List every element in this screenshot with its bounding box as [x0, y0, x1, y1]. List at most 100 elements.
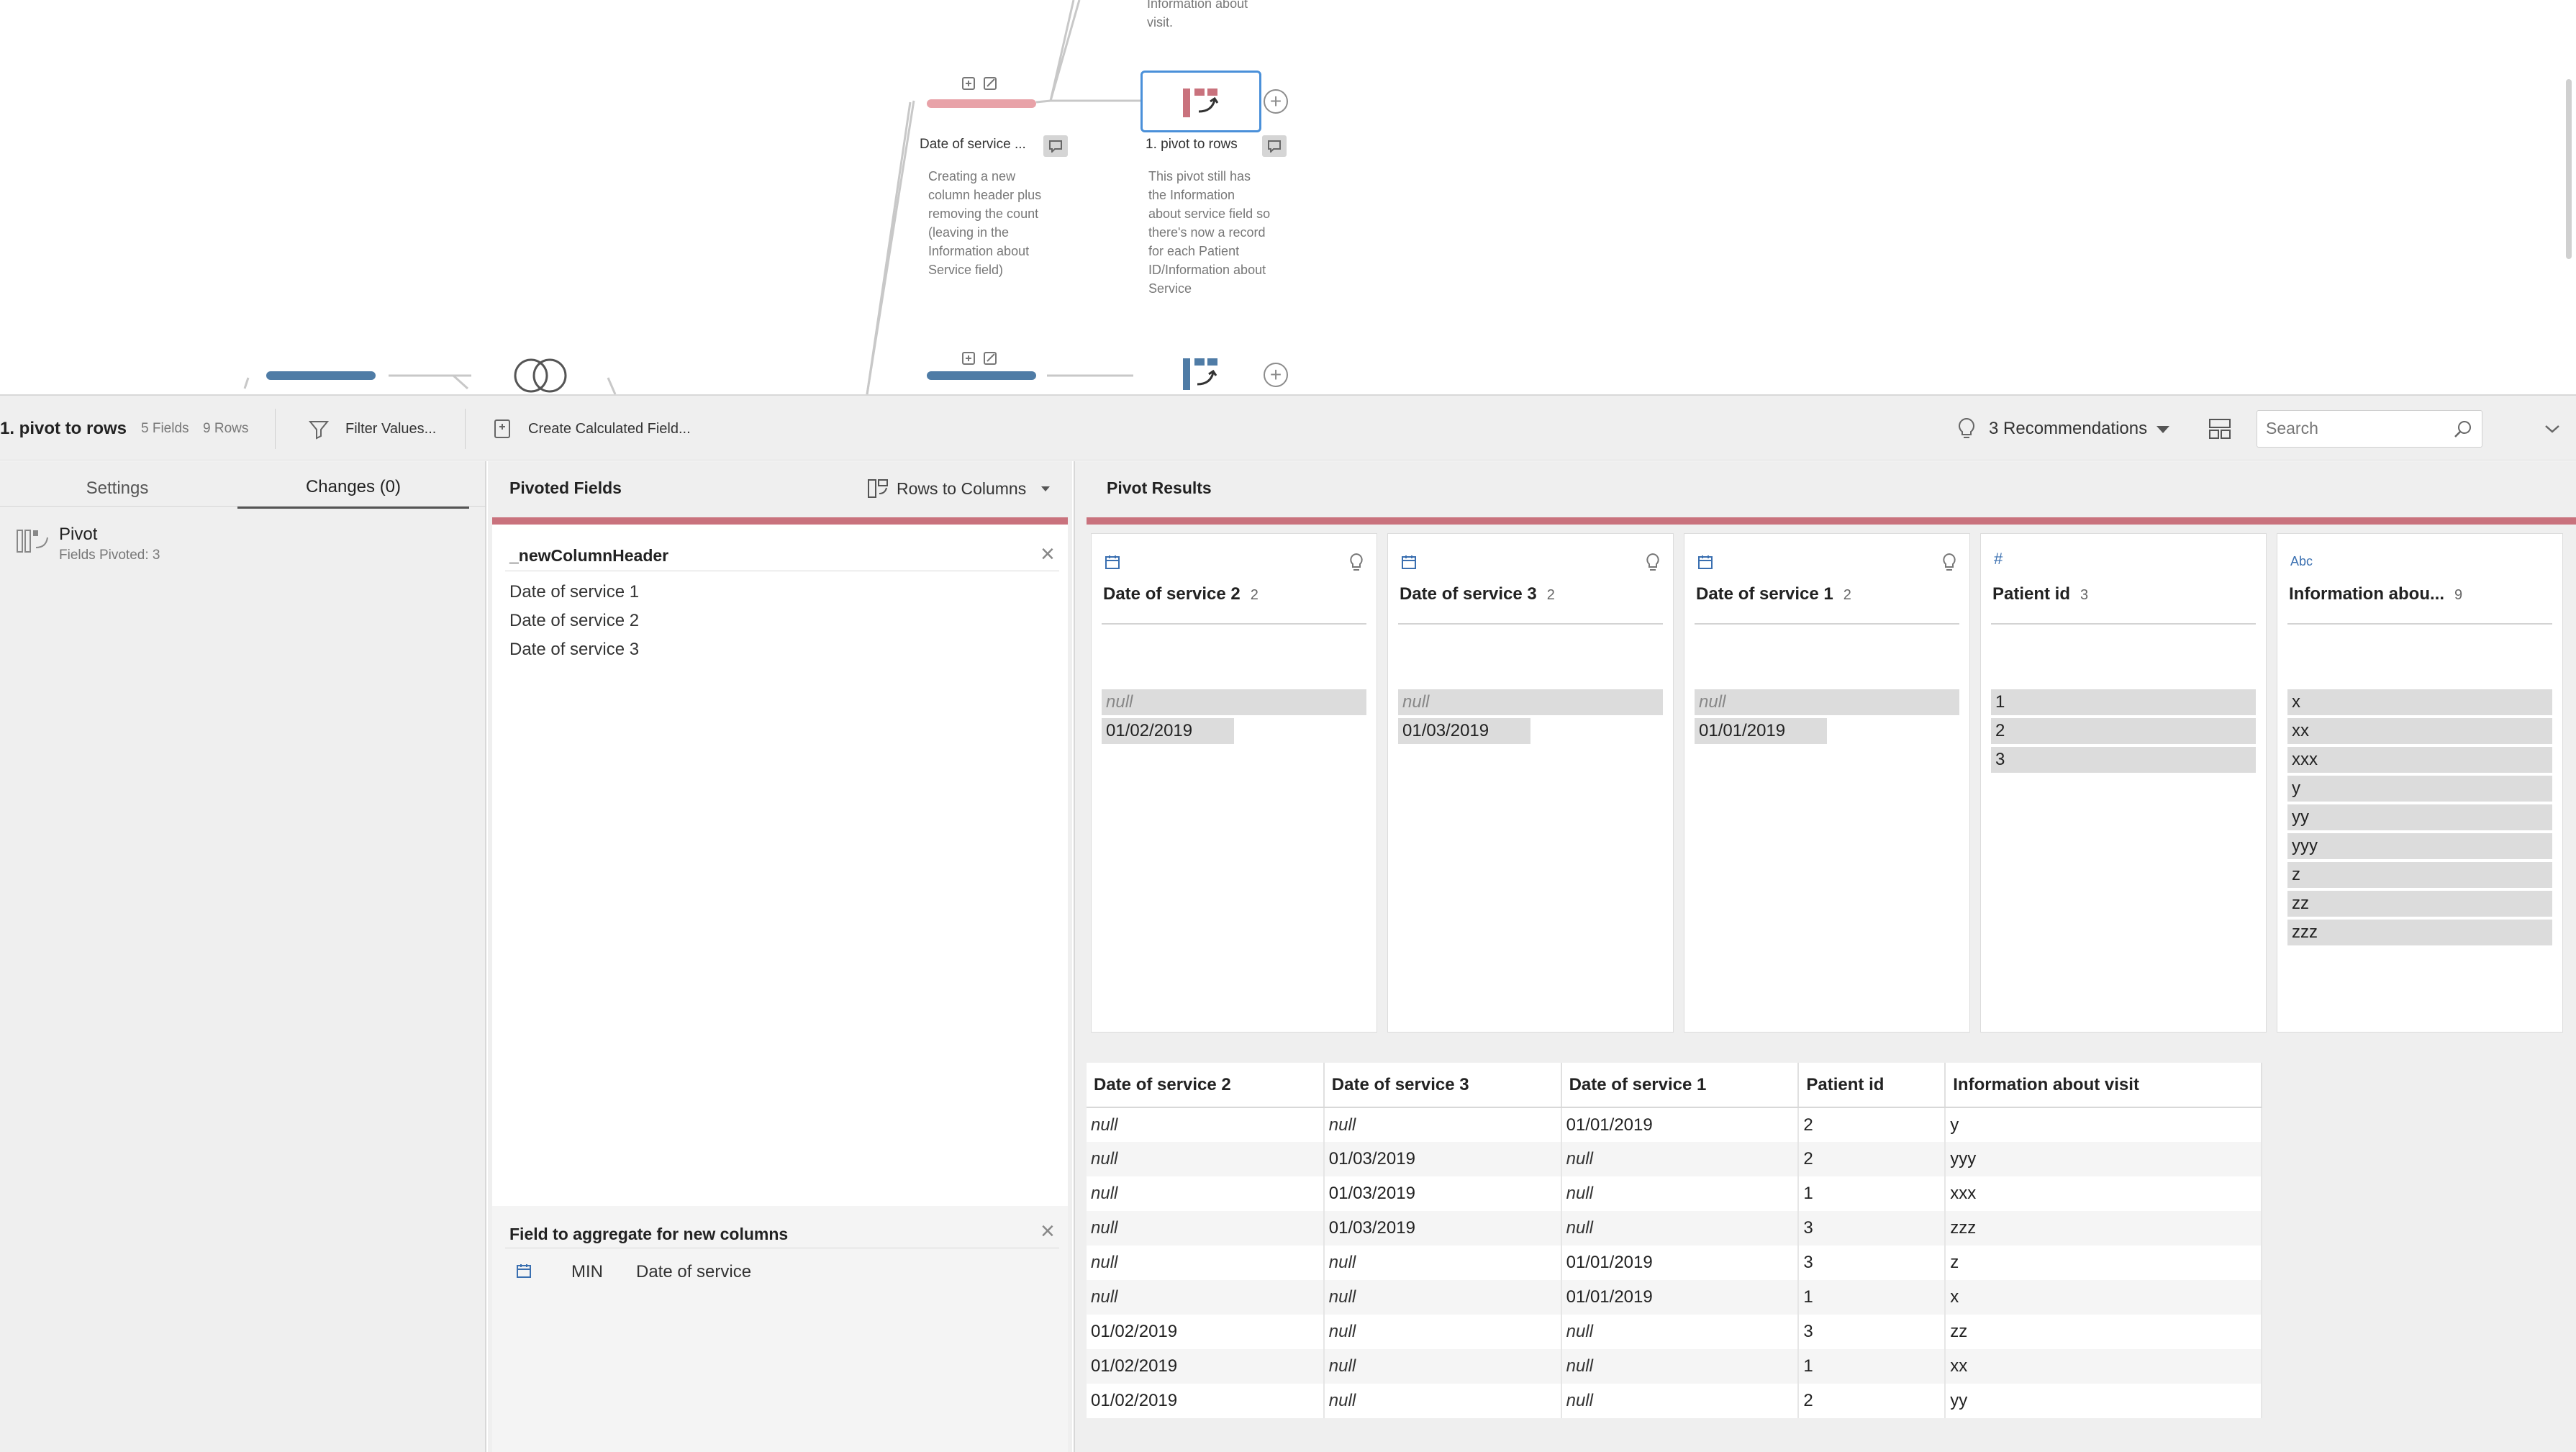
- profile-card-title[interactable]: Patient id 3: [1992, 584, 2088, 604]
- table-cell[interactable]: zzz: [1945, 1211, 2262, 1245]
- table-cell[interactable]: null: [1087, 1211, 1325, 1245]
- table-row[interactable]: 01/02/2019 null null 2 yy: [1087, 1384, 2262, 1418]
- tab-changes[interactable]: Changes (0): [237, 468, 469, 509]
- table-cell[interactable]: 1: [1798, 1349, 1946, 1384]
- table-cell[interactable]: 01/03/2019: [1323, 1176, 1562, 1211]
- table-row[interactable]: 01/02/2019 null null 3 zz: [1087, 1315, 2262, 1349]
- table-cell[interactable]: null: [1561, 1384, 1800, 1418]
- table-cell[interactable]: 01/02/2019: [1087, 1315, 1325, 1349]
- remove-header-field-button[interactable]: ×: [1040, 542, 1055, 566]
- lightbulb-icon[interactable]: [1646, 553, 1660, 576]
- column-header[interactable]: Patient id: [1798, 1063, 1946, 1108]
- table-cell[interactable]: 3: [1798, 1245, 1946, 1280]
- aggregate-field-box[interactable]: Field to aggregate for new columns × MIN…: [492, 1206, 1068, 1452]
- table-cell[interactable]: null: [1087, 1142, 1325, 1176]
- table-cell[interactable]: 01/02/2019: [1087, 1384, 1325, 1418]
- remove-aggregate-field-button[interactable]: ×: [1040, 1219, 1055, 1243]
- add-step-icon[interactable]: +: [1264, 89, 1288, 114]
- profile-card[interactable]: Date of service 2 2 null 01/02/2019: [1091, 533, 1377, 1033]
- step-label-pivot-to-rows[interactable]: 1. pivot to rows: [1146, 137, 1238, 153]
- table-cell[interactable]: null: [1087, 1107, 1325, 1142]
- table-cell[interactable]: 01/03/2019: [1323, 1211, 1562, 1245]
- table-cell[interactable]: yy: [1945, 1384, 2262, 1418]
- table-cell[interactable]: 2: [1798, 1107, 1946, 1142]
- value-bar[interactable]: zz: [2287, 891, 2552, 917]
- table-row[interactable]: null null 01/01/2019 2 y: [1087, 1107, 2262, 1142]
- table-cell[interactable]: 01/02/2019: [1087, 1349, 1325, 1384]
- canvas-scrollbar[interactable]: [2566, 79, 2572, 259]
- table-cell[interactable]: zz: [1945, 1315, 2262, 1349]
- value-bar[interactable]: yy: [2287, 804, 2552, 830]
- step-node-clean-blue-left[interactable]: [266, 371, 376, 380]
- step-node-pivot-lower[interactable]: [1177, 354, 1220, 394]
- pivot-mode-dropdown[interactable]: Rows to Columns: [866, 476, 1052, 502]
- table-cell[interactable]: 1: [1798, 1176, 1946, 1211]
- table-cell[interactable]: 01/01/2019: [1561, 1280, 1800, 1315]
- column-header[interactable]: Information about visit: [1945, 1063, 2262, 1108]
- value-bar[interactable]: 2: [1991, 718, 2256, 744]
- profile-card-title[interactable]: Date of service 2 2: [1103, 584, 1258, 604]
- table-cell[interactable]: 2: [1798, 1384, 1946, 1418]
- value-bar[interactable]: null: [1695, 689, 1959, 715]
- step-label-date-of-service[interactable]: Date of service ...: [920, 137, 1026, 153]
- value-bar[interactable]: z: [2287, 862, 2552, 888]
- table-cell[interactable]: xx: [1945, 1349, 2262, 1384]
- pivot-value-item[interactable]: Date of service 1: [509, 582, 639, 602]
- filter-values-button[interactable]: Filter Values...: [308, 396, 436, 462]
- create-calculated-field-button[interactable]: Create Calculated Field...: [492, 396, 691, 462]
- value-bar[interactable]: 1: [1991, 689, 2256, 715]
- table-cell[interactable]: null: [1561, 1142, 1800, 1176]
- table-cell[interactable]: 01/01/2019: [1561, 1245, 1800, 1280]
- tab-settings[interactable]: Settings: [0, 468, 235, 509]
- add-step-icon[interactable]: +: [1264, 363, 1288, 387]
- pivot-header-box[interactable]: _newColumnHeader × Date of service 1 Dat…: [492, 525, 1068, 1238]
- table-cell[interactable]: 3: [1798, 1315, 1946, 1349]
- step-node-date-of-service[interactable]: [925, 71, 1038, 114]
- table-cell[interactable]: null: [1323, 1280, 1562, 1315]
- step-node-clean-blue-right[interactable]: [925, 348, 1038, 381]
- table-cell[interactable]: null: [1561, 1349, 1800, 1384]
- comment-icon[interactable]: [1262, 135, 1287, 157]
- table-cell[interactable]: null: [1323, 1384, 1562, 1418]
- table-cell[interactable]: xxx: [1945, 1176, 2262, 1211]
- table-cell[interactable]: null: [1087, 1245, 1325, 1280]
- data-grid[interactable]: Date of service 2 Date of service 3 Date o…: [1087, 1063, 2262, 1418]
- profile-card[interactable]: Date of service 3 2 null 01/03/2019: [1387, 533, 1674, 1033]
- change-item-pivot[interactable]: Pivot Fields Pivoted: 3: [14, 525, 446, 571]
- table-row[interactable]: null 01/03/2019 null 1 xxx: [1087, 1176, 2262, 1211]
- table-cell[interactable]: null: [1323, 1107, 1562, 1142]
- column-header[interactable]: Date of service 1: [1561, 1063, 1800, 1108]
- value-bar[interactable]: xx: [2287, 718, 2552, 744]
- table-cell[interactable]: yyy: [1945, 1142, 2262, 1176]
- profile-card[interactable]: # Patient id 3 1 2 3: [1980, 533, 2267, 1033]
- table-cell[interactable]: null: [1087, 1176, 1325, 1211]
- layout-toggle-button[interactable]: [2208, 396, 2232, 462]
- table-cell[interactable]: 01/03/2019: [1323, 1142, 1562, 1176]
- pivot-value-item[interactable]: Date of service 2: [509, 611, 639, 631]
- table-cell[interactable]: y: [1945, 1107, 2262, 1142]
- table-cell[interactable]: null: [1561, 1211, 1800, 1245]
- profile-card-title[interactable]: Date of service 1 2: [1696, 584, 1851, 604]
- table-cell[interactable]: 3: [1798, 1211, 1946, 1245]
- profile-card[interactable]: Abc Information abou... 9 x xx xxx y yy yyy z zz zz…: [2277, 533, 2563, 1033]
- recommendations-button[interactable]: 3 Recommendations: [1956, 396, 2172, 462]
- value-bar[interactable]: xxx: [2287, 747, 2552, 773]
- table-cell[interactable]: x: [1945, 1280, 2262, 1315]
- value-bar[interactable]: null: [1102, 689, 1366, 715]
- column-header[interactable]: Date of service 2: [1087, 1063, 1325, 1108]
- table-row[interactable]: 01/02/2019 null null 1 xx: [1087, 1349, 2262, 1384]
- table-cell[interactable]: null: [1323, 1349, 1562, 1384]
- value-bar[interactable]: 3: [1991, 747, 2256, 773]
- step-node-pivot-to-rows[interactable]: [1140, 71, 1261, 132]
- join-node[interactable]: [511, 357, 570, 394]
- table-cell[interactable]: 01/01/2019: [1561, 1107, 1800, 1142]
- value-bar[interactable]: x: [2287, 689, 2552, 715]
- value-bar[interactable]: 01/03/2019: [1398, 718, 1530, 744]
- pivot-value-item[interactable]: Date of service 3: [509, 640, 639, 660]
- table-cell[interactable]: 2: [1798, 1142, 1946, 1176]
- profile-card-title[interactable]: Information abou... 9: [2289, 584, 2462, 604]
- table-cell[interactable]: null: [1561, 1315, 1800, 1349]
- collapse-panel-button[interactable]: [2543, 396, 2562, 462]
- value-bar[interactable]: null: [1398, 689, 1663, 715]
- table-cell[interactable]: 1: [1798, 1280, 1946, 1315]
